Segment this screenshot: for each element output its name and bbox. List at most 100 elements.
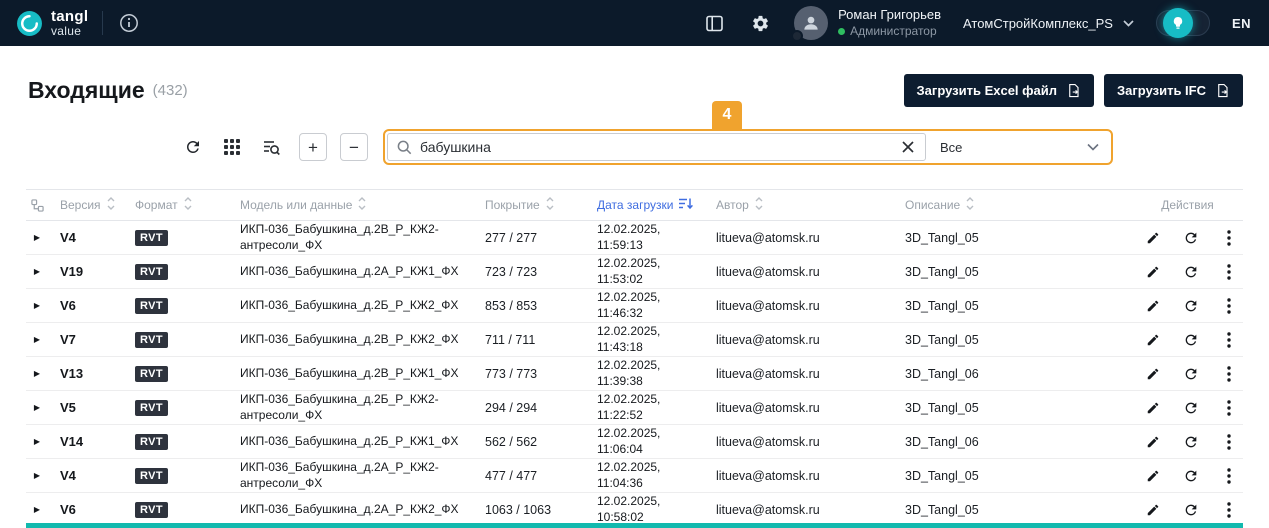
coverage-cell: 562 / 562 xyxy=(485,434,538,449)
edit-button[interactable] xyxy=(1140,497,1166,523)
expand-row-icon[interactable]: ▶ xyxy=(34,369,40,378)
refresh-icon xyxy=(1183,400,1199,416)
table-row[interactable]: ▶ V7 RVT ИКП-036_Бабушкина_д.2В_Р_КЖ2_ФХ… xyxy=(26,323,1243,357)
reprocess-button[interactable] xyxy=(1178,259,1204,285)
header-model[interactable]: Модель или данные xyxy=(232,197,474,213)
more-actions-button[interactable] xyxy=(1216,225,1242,251)
panel-toggle-button[interactable] xyxy=(704,13,727,34)
filter-dropdown[interactable]: Все xyxy=(926,133,1109,161)
search-in-list-button[interactable] xyxy=(256,132,286,162)
header-author[interactable]: Автор xyxy=(710,197,894,213)
expand-all-button[interactable]: + xyxy=(299,133,327,161)
expand-row-icon[interactable]: ▶ xyxy=(34,267,40,276)
reprocess-button[interactable] xyxy=(1178,497,1204,523)
sort-icon[interactable] xyxy=(966,197,974,213)
expand-row-icon[interactable]: ▶ xyxy=(34,301,40,310)
sort-icon[interactable] xyxy=(358,197,366,213)
filter-value: Все xyxy=(940,139,963,155)
table-row[interactable]: ▶ V5 RVT ИКП-036_Бабушкина_д.2Б_Р_КЖ2-ан… xyxy=(26,391,1243,425)
header-description[interactable]: Описание xyxy=(894,197,1132,213)
table-row[interactable]: ▶ V4 RVT ИКП-036_Бабушкина_д.2В_Р_КЖ2-ан… xyxy=(26,221,1243,255)
expand-row-icon[interactable]: ▶ xyxy=(34,505,40,514)
reprocess-button[interactable] xyxy=(1178,225,1204,251)
search-field[interactable] xyxy=(387,133,926,161)
header-format[interactable]: Формат xyxy=(124,197,232,213)
user-menu[interactable]: Роман Григорьев Администратор xyxy=(791,6,941,42)
more-actions-button[interactable] xyxy=(1216,327,1242,353)
upload-ifc-button[interactable]: Загрузить IFC xyxy=(1104,74,1243,107)
hierarchy-icon[interactable] xyxy=(26,198,48,212)
edit-button[interactable] xyxy=(1140,429,1166,455)
expand-row-icon[interactable]: ▶ xyxy=(34,471,40,480)
header-version[interactable]: Версия xyxy=(48,197,124,213)
expand-row-icon[interactable]: ▶ xyxy=(34,437,40,446)
more-actions-button[interactable] xyxy=(1216,429,1242,455)
edit-button[interactable] xyxy=(1140,293,1166,319)
version-cell: V19 xyxy=(60,264,84,279)
more-actions-button[interactable] xyxy=(1216,259,1242,285)
refresh-icon xyxy=(184,138,202,156)
expand-row-icon[interactable]: ▶ xyxy=(34,403,40,412)
language-switch[interactable]: EN xyxy=(1232,16,1251,31)
more-actions-button[interactable] xyxy=(1216,293,1242,319)
more-actions-button[interactable] xyxy=(1216,395,1242,421)
sort-icon[interactable] xyxy=(755,197,763,213)
edit-button[interactable] xyxy=(1140,361,1166,387)
date-cell: 12.02.2025, 11:43:18 xyxy=(597,323,661,354)
edit-button[interactable] xyxy=(1140,259,1166,285)
table-row[interactable]: ▶ V19 RVT ИКП-036_Бабушкина_д.2А_Р_КЖ1_Ф… xyxy=(26,255,1243,289)
table-body: ▶ V4 RVT ИКП-036_Бабушкина_д.2В_Р_КЖ2-ан… xyxy=(26,221,1243,527)
table-row[interactable]: ▶ V6 RVT ИКП-036_Бабушкина_д.2Б_Р_КЖ2_ФХ… xyxy=(26,289,1243,323)
collapse-all-button[interactable]: − xyxy=(340,133,368,161)
reprocess-button[interactable] xyxy=(1178,361,1204,387)
more-actions-button[interactable] xyxy=(1216,361,1242,387)
refresh-list-button[interactable] xyxy=(178,132,208,162)
model-name-cell: ИКП-036_Бабушкина_д.2А_Р_КЖ2-антресоли_Ф… xyxy=(240,459,439,490)
author-cell: litueva@atomsk.ru xyxy=(716,366,820,381)
table-row[interactable]: ▶ V6 RVT ИКП-036_Бабушкина_д.2А_Р_КЖ2_ФХ… xyxy=(26,493,1243,527)
theme-toggle[interactable] xyxy=(1155,8,1210,38)
pencil-icon xyxy=(1146,469,1160,483)
expand-row-icon[interactable]: ▶ xyxy=(34,335,40,344)
pencil-icon xyxy=(1146,265,1160,279)
info-button[interactable] xyxy=(117,11,141,35)
refresh-icon xyxy=(1183,366,1199,382)
sort-icon[interactable] xyxy=(107,197,115,213)
table-row[interactable]: ▶ V14 RVT ИКП-036_Бабушкина_д.2Б_Р_КЖ1_Ф… xyxy=(26,425,1243,459)
expand-row-icon[interactable]: ▶ xyxy=(34,233,40,242)
refresh-icon xyxy=(1183,298,1199,314)
sort-icon[interactable] xyxy=(184,197,192,213)
grid-view-button[interactable] xyxy=(217,132,247,162)
format-badge: RVT xyxy=(135,263,169,280)
more-actions-button[interactable] xyxy=(1216,463,1242,489)
brand-logo[interactable]: tangl value xyxy=(16,9,88,37)
header-date[interactable]: Дата загрузки xyxy=(584,197,710,213)
edit-button[interactable] xyxy=(1140,463,1166,489)
table-row[interactable]: ▶ V4 RVT ИКП-036_Бабушкина_д.2А_Р_КЖ2-ан… xyxy=(26,459,1243,493)
reprocess-button[interactable] xyxy=(1178,327,1204,353)
date-cell: 12.02.2025, 11:53:02 xyxy=(597,255,661,286)
author-cell: litueva@atomsk.ru xyxy=(716,332,820,347)
upload-excel-button[interactable]: Загрузить Excel файл xyxy=(903,74,1095,107)
reprocess-button[interactable] xyxy=(1178,395,1204,421)
search-input[interactable] xyxy=(420,139,892,155)
row-actions xyxy=(1132,463,1243,489)
reprocess-button[interactable] xyxy=(1178,463,1204,489)
file-export-icon xyxy=(1215,83,1230,98)
clear-search-button[interactable] xyxy=(900,139,916,155)
reprocess-button[interactable] xyxy=(1178,429,1204,455)
org-dropdown[interactable]: АтомСтройКомплекс_PS xyxy=(963,16,1134,31)
reprocess-button[interactable] xyxy=(1178,293,1204,319)
format-badge: RVT xyxy=(135,297,169,314)
sort-icon[interactable] xyxy=(546,197,554,213)
settings-button[interactable] xyxy=(749,12,772,35)
author-cell: litueva@atomsk.ru xyxy=(716,434,820,449)
sort-descending-icon[interactable] xyxy=(679,197,694,213)
edit-button[interactable] xyxy=(1140,395,1166,421)
edit-button[interactable] xyxy=(1140,327,1166,353)
header-coverage[interactable]: Покрытие xyxy=(474,197,584,213)
model-name-cell: ИКП-036_Бабушкина_д.2Б_Р_КЖ1_ФХ xyxy=(240,433,459,448)
edit-button[interactable] xyxy=(1140,225,1166,251)
table-row[interactable]: ▶ V13 RVT ИКП-036_Бабушкина_д.2В_Р_КЖ1_Ф… xyxy=(26,357,1243,391)
more-actions-button[interactable] xyxy=(1216,497,1242,523)
